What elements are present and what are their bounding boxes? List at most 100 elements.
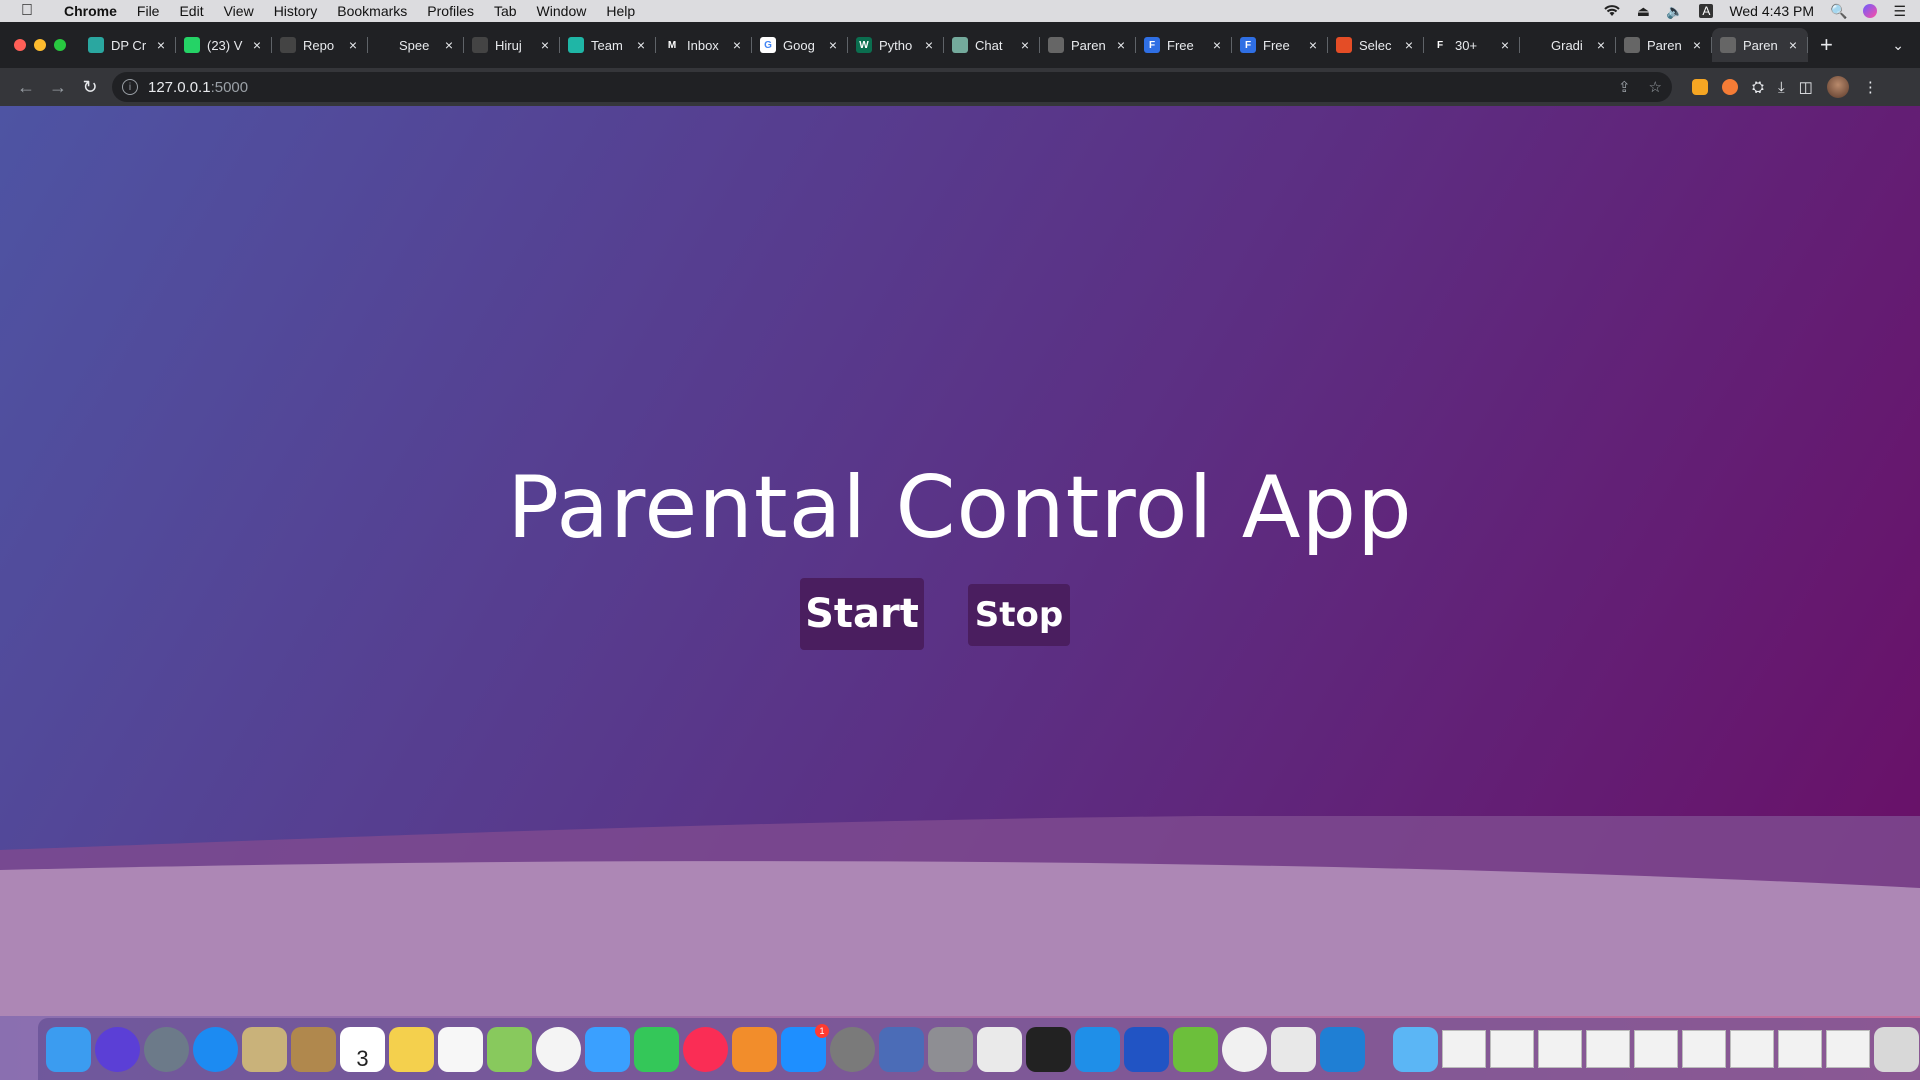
extension-2-icon[interactable]: [1722, 79, 1738, 95]
menu-app-name[interactable]: Chrome: [54, 3, 127, 19]
tab-close-icon[interactable]: ×: [1402, 37, 1416, 53]
close-window-icon[interactable]: [14, 39, 26, 51]
contacts-icon[interactable]: [291, 1026, 336, 1072]
tab-close-icon[interactable]: ×: [154, 37, 168, 53]
recent-document-thumbnail[interactable]: [1538, 1030, 1582, 1068]
menu-edit[interactable]: Edit: [169, 3, 213, 19]
vscode-icon[interactable]: [1320, 1026, 1365, 1072]
apple-menu-icon[interactable]: : [0, 2, 54, 20]
system-preferences-icon[interactable]: [830, 1026, 875, 1072]
browser-tab[interactable]: Gradi ×: [1520, 28, 1616, 62]
input-source-indicator[interactable]: A: [1699, 4, 1714, 18]
tab-close-icon[interactable]: ×: [1786, 37, 1800, 53]
browser-tab[interactable]: Chat ×: [944, 28, 1040, 62]
tab-close-icon[interactable]: ×: [1594, 37, 1608, 53]
spotlight-icon[interactable]: 🔍: [1830, 3, 1847, 20]
music-icon[interactable]: [683, 1026, 728, 1072]
menu-view[interactable]: View: [214, 3, 264, 19]
browser-tab[interactable]: Paren ×: [1040, 28, 1136, 62]
browser-tab[interactable]: F Free ×: [1136, 28, 1232, 62]
keynote-icon[interactable]: [879, 1026, 924, 1072]
minimize-window-icon[interactable]: [34, 39, 46, 51]
browser-tab[interactable]: DP Cr ×: [80, 28, 176, 62]
forward-icon[interactable]: →: [42, 77, 74, 98]
tab-close-icon[interactable]: ×: [442, 37, 456, 53]
menu-file[interactable]: File: [127, 3, 170, 19]
browser-tab[interactable]: G Goog ×: [752, 28, 848, 62]
siri-icon[interactable]: [95, 1026, 140, 1072]
back-icon[interactable]: ←: [10, 77, 42, 98]
menu-history[interactable]: History: [264, 3, 328, 19]
wifi-icon[interactable]: [1603, 3, 1621, 20]
tab-close-icon[interactable]: ×: [250, 37, 264, 53]
tab-close-icon[interactable]: ×: [1114, 37, 1128, 53]
appstore-icon[interactable]: 1: [781, 1023, 829, 1072]
browser-tab[interactable]: W Pytho ×: [848, 28, 944, 62]
browser-tab[interactable]: Selec ×: [1328, 28, 1424, 62]
launchpad-icon[interactable]: [144, 1026, 189, 1072]
script-editor-icon[interactable]: [928, 1026, 973, 1072]
side-panel-icon[interactable]: ◫: [1799, 78, 1813, 96]
menu-help[interactable]: Help: [596, 3, 645, 19]
browser-tab[interactable]: Repo ×: [272, 28, 368, 62]
textedit-2-icon[interactable]: [1271, 1026, 1316, 1072]
tab-close-icon[interactable]: ×: [922, 37, 936, 53]
browser-tab[interactable]: Spee ×: [368, 28, 464, 62]
tab-close-icon[interactable]: ×: [538, 37, 552, 53]
share-icon[interactable]: ⇪: [1618, 78, 1631, 96]
tab-close-icon[interactable]: ×: [1018, 37, 1032, 53]
recent-document-thumbnail[interactable]: [1826, 1030, 1870, 1068]
menu-clock[interactable]: Wed 4:43 PM: [1729, 3, 1814, 19]
messages-icon[interactable]: [585, 1026, 630, 1072]
trash-icon[interactable]: [1874, 1026, 1919, 1072]
mail-icon[interactable]: [242, 1026, 287, 1072]
recent-document-thumbnail[interactable]: [1490, 1030, 1534, 1068]
profile-avatar[interactable]: [1826, 76, 1849, 98]
browser-tab[interactable]: F Free ×: [1232, 28, 1328, 62]
tab-close-icon[interactable]: ×: [346, 37, 360, 53]
recent-document-thumbnail[interactable]: [1730, 1030, 1774, 1068]
address-bar[interactable]: i 127.0.0.1 :5000 ⇪ ☆: [112, 72, 1672, 102]
tab-close-icon[interactable]: ×: [730, 37, 744, 53]
browser-tab[interactable]: F 30+ ×: [1424, 28, 1520, 62]
xcode-icon[interactable]: [1075, 1026, 1120, 1072]
maps-icon[interactable]: [487, 1026, 532, 1072]
tab-close-icon[interactable]: ×: [1498, 37, 1512, 53]
eject-icon[interactable]: ⏏: [1637, 3, 1650, 20]
notability-icon[interactable]: [1124, 1026, 1169, 1072]
chrome-icon[interactable]: [1222, 1026, 1267, 1072]
reload-icon[interactable]: ↻: [74, 77, 106, 98]
browser-tab[interactable]: Hiruj ×: [464, 28, 560, 62]
recent-document-thumbnail[interactable]: [1442, 1030, 1486, 1068]
extension-1-icon[interactable]: [1692, 79, 1708, 95]
chrome-menu-icon[interactable]: ⋮: [1863, 78, 1878, 96]
menu-tab[interactable]: Tab: [484, 3, 527, 19]
finder-icon[interactable]: [46, 1026, 91, 1072]
recent-document-thumbnail[interactable]: [1586, 1030, 1630, 1068]
site-info-icon[interactable]: i: [122, 79, 138, 95]
new-tab-button[interactable]: +: [1808, 32, 1845, 58]
browser-tab[interactable]: Paren ×: [1712, 28, 1808, 62]
recent-document-thumbnail[interactable]: [1778, 1030, 1822, 1068]
safari-icon[interactable]: [193, 1026, 238, 1072]
textedit-icon[interactable]: [977, 1026, 1022, 1072]
books-icon[interactable]: [732, 1026, 777, 1072]
menu-bookmarks[interactable]: Bookmarks: [327, 3, 417, 19]
tab-close-icon[interactable]: ×: [634, 37, 648, 53]
browser-tab[interactable]: Team ×: [560, 28, 656, 62]
recent-document-thumbnail[interactable]: [1682, 1030, 1726, 1068]
menu-profiles[interactable]: Profiles: [417, 3, 484, 19]
bookmark-star-icon[interactable]: ☆: [1649, 78, 1662, 96]
notes-icon[interactable]: [389, 1026, 434, 1072]
start-button[interactable]: Start: [800, 578, 924, 650]
facetime-icon[interactable]: [634, 1026, 679, 1072]
bluestacks-icon[interactable]: [1173, 1026, 1218, 1072]
tab-close-icon[interactable]: ×: [1690, 37, 1704, 53]
downloads-folder-icon[interactable]: [1393, 1026, 1438, 1072]
extensions-puzzle-icon[interactable]: ⛭: [1752, 79, 1764, 96]
fullscreen-window-icon[interactable]: [54, 39, 66, 51]
tab-search-icon[interactable]: ⌄: [1892, 37, 1920, 54]
tab-close-icon[interactable]: ×: [826, 37, 840, 53]
reminders-icon[interactable]: [438, 1026, 483, 1072]
menu-window[interactable]: Window: [527, 3, 597, 19]
